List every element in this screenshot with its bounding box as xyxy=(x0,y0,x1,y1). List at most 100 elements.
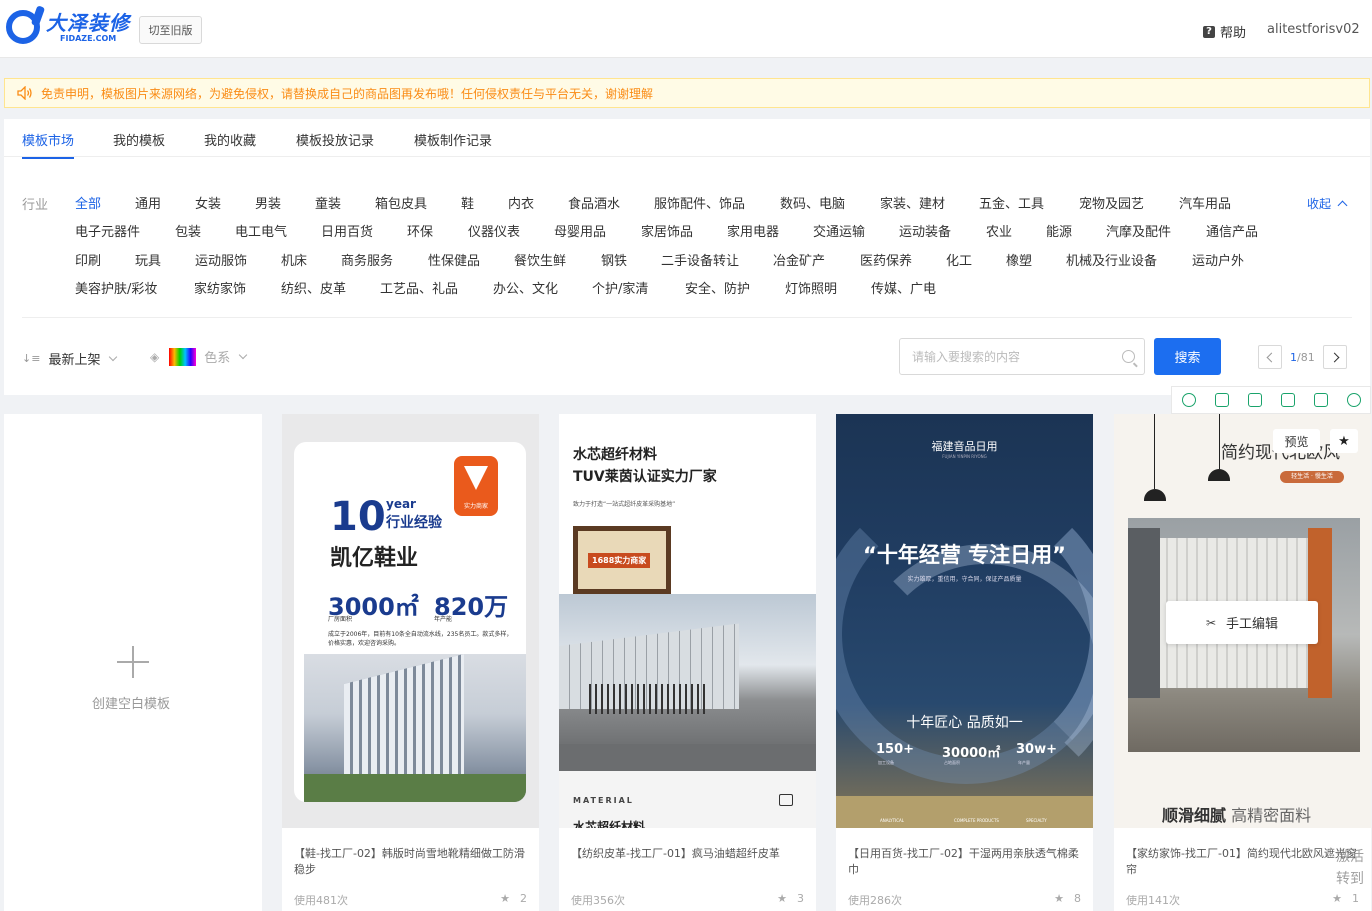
tab-my-templates[interactable]: 我的模板 xyxy=(113,130,165,149)
mobile-preview-icon[interactable] xyxy=(1214,393,1229,407)
category-item[interactable]: 电子元器件 xyxy=(75,221,140,240)
next-page-button[interactable] xyxy=(1322,345,1347,369)
card-title[interactable]: 【日用百货-找工厂-02】干湿两用亲肤透气棉柔巾 xyxy=(848,846,1084,878)
category-item[interactable]: 母婴用品 xyxy=(554,221,606,240)
category-item[interactable]: 安全、防护 xyxy=(685,278,750,297)
category-item[interactable]: 汽摩及配件 xyxy=(1106,221,1171,240)
preview-button[interactable]: 预览 xyxy=(1273,429,1320,453)
template-thumbnail[interactable]: 福建音品日用 FUJIAN YINPIN RIYONG “十年经营 专注日用” … xyxy=(836,414,1093,828)
share-icon[interactable] xyxy=(1313,393,1328,407)
category-item[interactable]: 日用百货 xyxy=(321,221,373,240)
category-item[interactable]: 家纺家饰 xyxy=(194,278,246,297)
tab-placement-records[interactable]: 模板投放记录 xyxy=(296,130,374,149)
help-link[interactable]: ? 帮助 xyxy=(1203,22,1246,41)
category-item[interactable]: 食品酒水 xyxy=(568,193,620,212)
category-item[interactable]: 玩具 xyxy=(135,250,161,269)
search-icon[interactable] xyxy=(1122,350,1135,363)
user-account-menu[interactable]: alitestforisv02 xyxy=(1267,22,1360,37)
favorite-count[interactable]: ★ 2 xyxy=(500,892,527,905)
category-item[interactable]: 运动户外 xyxy=(1192,250,1244,269)
category-item[interactable]: 汽车用品 xyxy=(1179,193,1231,212)
poster-subtitle: 致力于打造“一站式超纤皮革采购基地” xyxy=(573,501,676,508)
category-item[interactable]: 箱包皮具 xyxy=(375,193,427,212)
category-item[interactable]: 个护/家清 xyxy=(592,278,648,297)
favorite-star-icon[interactable]: ★ xyxy=(1330,429,1358,453)
category-item[interactable]: 家居饰品 xyxy=(641,221,693,240)
category-item[interactable]: 交通运输 xyxy=(813,221,865,240)
category-item[interactable]: 办公、文化 xyxy=(493,278,558,297)
category-item[interactable]: 内衣 xyxy=(508,193,534,212)
category-item[interactable]: 包装 xyxy=(175,221,201,240)
template-card[interactable]: 实力商家 10 year 行业经验 凯亿鞋业 3000㎡ 820万 厂房面积 年… xyxy=(282,414,539,911)
category-item[interactable]: 印刷 xyxy=(75,250,101,269)
template-thumbnail[interactable]: 简约现代北欧风 轻生活 · 慢生活 顺滑细腻 高精密面料 预览 ★ ✂ 手工编辑 xyxy=(1114,414,1371,828)
save-icon[interactable] xyxy=(1280,393,1295,407)
category-item[interactable]: 灯饰照明 xyxy=(785,278,837,297)
collapse-categories-button[interactable]: 收起 xyxy=(1307,195,1348,212)
category-item[interactable]: 仪器仪表 xyxy=(468,221,520,240)
category-item[interactable]: 橡塑 xyxy=(1006,250,1032,269)
tab-template-market[interactable]: 模板市场 xyxy=(22,130,75,159)
favorite-count[interactable]: ★ 8 xyxy=(1054,892,1081,905)
category-item[interactable]: 通用 xyxy=(135,193,161,212)
category-item[interactable]: 五金、工具 xyxy=(979,193,1044,212)
category-item[interactable]: 男装 xyxy=(255,193,281,212)
category-item[interactable]: 全部 xyxy=(75,193,101,212)
category-item[interactable]: 钢铁 xyxy=(601,250,627,269)
category-item[interactable]: 商务服务 xyxy=(341,250,393,269)
create-blank-template-card[interactable]: 创建空白模板 xyxy=(4,414,262,911)
category-item[interactable]: 运动服饰 xyxy=(195,250,247,269)
manual-edit-button[interactable]: ✂ 手工编辑 xyxy=(1166,601,1318,644)
favorite-count[interactable]: ★ 3 xyxy=(777,892,804,905)
category-item[interactable]: 宠物及园艺 xyxy=(1079,193,1144,212)
category-item[interactable]: 童装 xyxy=(315,193,341,212)
category-item[interactable]: 工艺品、礼品 xyxy=(380,278,458,297)
category-item[interactable]: 机械及行业设备 xyxy=(1066,250,1157,269)
fullscreen-icon[interactable] xyxy=(1247,393,1262,407)
category-item[interactable]: 家用电器 xyxy=(727,221,779,240)
category-item[interactable]: 女装 xyxy=(195,193,221,212)
site-logo[interactable]: 大泽装修 FIDAZE.COM xyxy=(6,10,130,44)
category-item[interactable]: 冶金矿产 xyxy=(773,250,825,269)
category-item[interactable]: 传媒、广电 xyxy=(871,278,936,297)
template-card[interactable]: 水芯超纤材料 TUV莱茵认证实力厂家 致力于打造“一站式超纤皮革采购基地” 16… xyxy=(559,414,816,911)
color-filter-dropdown[interactable]: ◈ 色系 xyxy=(150,347,248,366)
category-item[interactable]: 美容护肤/彩妆 xyxy=(75,278,157,297)
card-title[interactable]: 【鞋-找工厂-02】韩版时尚雪地靴精细做工防滑稳步 xyxy=(294,846,530,878)
template-card[interactable]: 福建音品日用 FUJIAN YINPIN RIYONG “十年经营 专注日用” … xyxy=(836,414,1093,911)
category-item[interactable]: 农业 xyxy=(986,221,1012,240)
tab-my-favorites[interactable]: 我的收藏 xyxy=(204,130,256,149)
template-thumbnail[interactable]: 实力商家 10 year 行业经验 凯亿鞋业 3000㎡ 820万 厂房面积 年… xyxy=(282,414,539,828)
category-item[interactable]: 运动装备 xyxy=(899,221,951,240)
template-card[interactable]: 简约现代北欧风 轻生活 · 慢生活 顺滑细腻 高精密面料 预览 ★ ✂ 手工编辑… xyxy=(1114,414,1371,911)
category-item[interactable]: 能源 xyxy=(1046,221,1072,240)
favorite-count[interactable]: ★ 1 xyxy=(1332,892,1359,905)
category-item[interactable]: 医药保养 xyxy=(860,250,912,269)
settings-gear-icon[interactable] xyxy=(1346,393,1361,407)
category-item[interactable]: 环保 xyxy=(407,221,433,240)
category-item[interactable]: 鞋 xyxy=(461,193,474,212)
category-item[interactable]: 通信产品 xyxy=(1206,221,1258,240)
category-item[interactable]: 化工 xyxy=(946,250,972,269)
category-item[interactable]: 机床 xyxy=(281,250,307,269)
edit-icon: ✂ xyxy=(1205,615,1217,630)
search-input[interactable] xyxy=(900,349,1110,364)
category-item[interactable]: 二手设备转让 xyxy=(661,250,739,269)
category-item[interactable]: 数码、电脑 xyxy=(780,193,845,212)
card-title[interactable]: 【纺织皮革-找工厂-01】疯马油蜡超纤皮革 xyxy=(571,846,807,862)
template-thumbnail[interactable]: 水芯超纤材料 TUV莱茵认证实力厂家 致力于打造“一站式超纤皮革采购基地” 16… xyxy=(559,414,816,828)
category-item[interactable]: 性保健品 xyxy=(428,250,480,269)
tab-production-records[interactable]: 模板制作记录 xyxy=(414,130,492,149)
category-item[interactable]: 纺织、皮革 xyxy=(281,278,346,297)
category-item[interactable]: 餐饮生鲜 xyxy=(514,250,566,269)
switch-old-version-button[interactable]: 切至旧版 xyxy=(139,16,202,44)
category-item[interactable]: 服饰配件、饰品 xyxy=(654,193,745,212)
search-button[interactable]: 搜索 xyxy=(1154,338,1221,375)
category-item[interactable]: 电工电气 xyxy=(235,221,287,240)
sort-dropdown[interactable]: ↓≡ 最新上架 xyxy=(22,349,118,368)
refresh-icon[interactable] xyxy=(1181,393,1196,407)
category-item[interactable]: 家装、建材 xyxy=(880,193,945,212)
prev-page-button[interactable] xyxy=(1258,345,1282,369)
star-count: 8 xyxy=(1074,892,1081,905)
card-title[interactable]: 【家纺家饰-找工厂-01】简约现代北欧风遮光窗帘 xyxy=(1126,846,1362,878)
